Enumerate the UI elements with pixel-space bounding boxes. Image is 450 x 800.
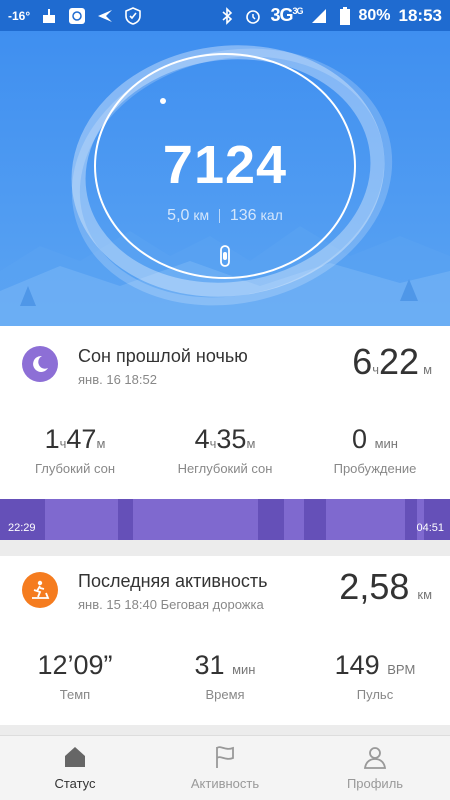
light-sleep-label: Неглубокий сон bbox=[177, 461, 273, 476]
person-icon bbox=[363, 747, 387, 769]
distance-value: 5,0 bbox=[167, 207, 190, 224]
battery-percent: 80% bbox=[358, 6, 391, 24]
sleep-timeline-bar[interactable]: 22:29 04:51 bbox=[0, 499, 450, 540]
bluetooth-icon bbox=[218, 6, 236, 25]
nav-status-label: Статус bbox=[54, 776, 96, 791]
nav-activity[interactable]: Активность bbox=[150, 736, 300, 800]
distance-calories: 5,0 км 136 кал bbox=[0, 207, 450, 225]
deep-sleep-label: Глубокий сон bbox=[34, 461, 116, 476]
time-label: Время bbox=[205, 687, 245, 702]
home-icon bbox=[65, 747, 85, 767]
awake-stat: 0 мин Пробуждение bbox=[300, 424, 450, 476]
distance-unit: км bbox=[193, 207, 210, 223]
pulse-stat: 149 BPM Пульс bbox=[300, 650, 450, 702]
battery-icon bbox=[336, 6, 354, 25]
awake-label: Пробуждение bbox=[333, 461, 417, 476]
treadmill-icon bbox=[22, 572, 58, 608]
pulse-label: Пульс bbox=[356, 687, 394, 702]
deep-sleep-stat: 1ч47м Глубокий сон bbox=[0, 424, 150, 476]
clock-text: 18:53 bbox=[398, 5, 442, 25]
pace-stat: 12’09” Темп bbox=[0, 650, 150, 702]
sleep-total: 6ч22 м bbox=[352, 341, 432, 382]
steps-hero[interactable]: 7124 5,0 км 136 кал bbox=[0, 31, 450, 326]
svg-text:z: z bbox=[42, 357, 46, 364]
sleep-start-time: 22:29 bbox=[8, 522, 36, 534]
sleep-date: янв. 16 18:52 bbox=[78, 372, 157, 387]
moon-icon: z bbox=[22, 346, 58, 382]
bottom-navigation: Статус Активность Профиль bbox=[0, 735, 450, 800]
cleaner-icon bbox=[40, 7, 58, 25]
nav-status[interactable]: Статус bbox=[0, 736, 150, 800]
nav-profile[interactable]: Профиль bbox=[300, 736, 450, 800]
light-sleep-stat: 4ч35м Неглубокий сон bbox=[150, 424, 300, 476]
mi-fit-icon bbox=[68, 7, 86, 25]
activity-card[interactable]: Последняя активность янв. 15 18:40 Бегов… bbox=[0, 556, 450, 725]
pace-label: Темп bbox=[59, 687, 91, 702]
alarm-icon bbox=[244, 7, 262, 25]
status-bar: -16° 3G3G 80% 18:53 bbox=[0, 0, 450, 31]
calories-unit: кал bbox=[260, 207, 283, 223]
shield-icon bbox=[124, 6, 142, 25]
sleep-header: z Сон прошлой ночью янв. 16 18:52 6ч22 м bbox=[0, 326, 450, 402]
activity-header: Последняя активность янв. 15 18:40 Бегов… bbox=[0, 556, 450, 632]
temperature-text: -16° bbox=[8, 8, 31, 23]
sleep-title: Сон прошлой ночью bbox=[78, 346, 248, 366]
airplane-icon bbox=[96, 7, 114, 25]
activity-distance: 2,58 км bbox=[339, 566, 432, 607]
band-icon bbox=[220, 245, 230, 267]
nav-profile-label: Профиль bbox=[346, 776, 404, 791]
sleep-end-time: 04:51 bbox=[416, 522, 444, 534]
network-type: 3G3G bbox=[270, 5, 303, 25]
activity-title: Последняя активность bbox=[78, 571, 268, 591]
flag-icon bbox=[216, 746, 234, 768]
time-stat: 31 мин Время bbox=[150, 650, 300, 702]
activity-subtitle: янв. 15 18:40 Беговая дорожка bbox=[78, 597, 264, 612]
signal-icon bbox=[310, 7, 328, 25]
nav-activity-label: Активность bbox=[190, 776, 260, 791]
calories-value: 136 bbox=[229, 207, 257, 224]
steps-count: 7124 bbox=[162, 135, 288, 195]
